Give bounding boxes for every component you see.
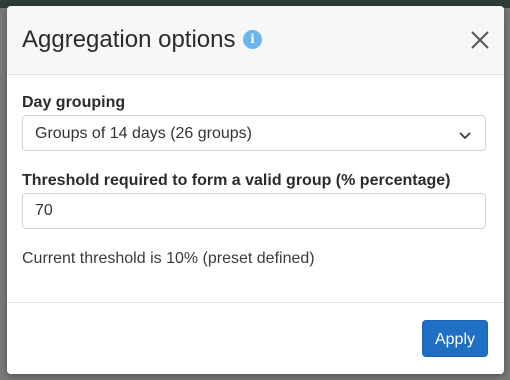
- apply-button[interactable]: Apply: [422, 320, 488, 357]
- threshold-help-text: Current threshold is 10% (preset defined…: [22, 250, 315, 267]
- info-icon[interactable]: i: [243, 30, 262, 49]
- modal-header: Aggregation options i: [7, 6, 504, 75]
- aggregation-options-modal: Aggregation options i Day grouping Group…: [7, 6, 504, 374]
- chevron-down-icon: [459, 128, 471, 140]
- threshold-input[interactable]: [22, 193, 486, 229]
- modal-title: Aggregation options: [22, 26, 236, 53]
- day-grouping-select[interactable]: Groups of 14 days (26 groups): [22, 115, 486, 151]
- modal-footer: Apply: [7, 302, 504, 374]
- day-grouping-label: Day grouping: [22, 94, 126, 111]
- close-icon[interactable]: [469, 29, 491, 51]
- threshold-label: Threshold required to form a valid group…: [22, 172, 451, 189]
- day-grouping-selected-value: Groups of 14 days (26 groups): [35, 125, 253, 142]
